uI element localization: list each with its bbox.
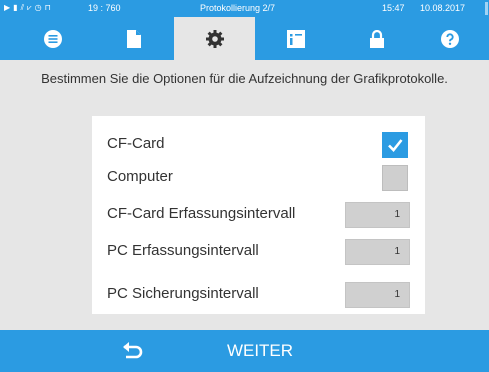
- status-bar: ▶ ▮ ⫽ ⩗ ◷ ⊓ 19 : 760 Protokollierung 2/7…: [0, 0, 489, 17]
- option-label: Computer: [107, 168, 173, 185]
- pc-interval-field[interactable]: 1: [345, 239, 410, 265]
- tab-help[interactable]: [409, 17, 489, 60]
- option-label: CF-Card Erfassungsintervall: [107, 205, 296, 222]
- tab-list[interactable]: [12, 17, 93, 60]
- play-icon: ▶: [4, 3, 11, 12]
- checkmark-icon: [388, 139, 403, 152]
- option-row-pc-interval: PC Erfassungsintervall 1: [92, 236, 425, 266]
- pc-backup-interval-field[interactable]: 1: [345, 282, 410, 308]
- option-label: PC Erfassungsintervall: [107, 242, 259, 259]
- back-arrow-icon: [123, 342, 143, 359]
- tab-settings[interactable]: [174, 17, 255, 60]
- document-icon: [126, 29, 141, 48]
- help-icon: [440, 29, 459, 48]
- status-indicator: [485, 2, 488, 15]
- tab-info-document[interactable]: [255, 17, 336, 60]
- cf-card-interval-field[interactable]: 1: [345, 202, 410, 228]
- tab-bar: [0, 17, 489, 60]
- cycle-counter: 19 : 760: [88, 3, 121, 13]
- tab-document[interactable]: [93, 17, 174, 60]
- option-row-cf-card-interval: CF-Card Erfassungsintervall 1: [92, 199, 425, 229]
- status-icons: ▶ ▮ ⫽ ⩗ ◷ ⊓: [4, 3, 51, 13]
- document-icon: ▮: [13, 3, 18, 12]
- back-button[interactable]: [118, 337, 148, 365]
- lock-icon: ⊓: [44, 3, 51, 12]
- option-label: PC Sicherungsintervall: [107, 285, 259, 302]
- cf-card-checkbox[interactable]: [382, 132, 408, 158]
- list-icon: [43, 29, 62, 48]
- option-row-computer: Computer: [92, 162, 425, 192]
- bottom-bar: WEITER: [0, 330, 489, 372]
- computer-checkbox[interactable]: [382, 165, 408, 191]
- tab-lock[interactable]: [336, 17, 417, 60]
- chart-icon: ⩗: [27, 3, 32, 12]
- option-row-pc-backup-interval: PC Sicherungsintervall 1: [92, 279, 425, 309]
- lock-icon: [369, 29, 384, 48]
- option-label: CF-Card: [107, 135, 165, 152]
- info-document-icon: [286, 29, 305, 48]
- status-time: 15:47: [382, 3, 405, 13]
- status-date: 10.08.2017: [420, 3, 466, 13]
- gear-icon: [205, 29, 224, 48]
- next-button[interactable]: WEITER: [210, 330, 310, 372]
- options-panel: CF-Card Computer CF-Card Erfassungsinter…: [92, 116, 425, 314]
- instruction-text: Bestimmen Sie die Optionen für die Aufze…: [41, 71, 448, 86]
- screen-title: Protokollierung 2/7: [200, 3, 276, 13]
- clock-icon: ◷: [34, 3, 42, 12]
- option-row-cf-card: CF-Card: [92, 129, 425, 159]
- signal-icon: ⫽: [20, 3, 25, 12]
